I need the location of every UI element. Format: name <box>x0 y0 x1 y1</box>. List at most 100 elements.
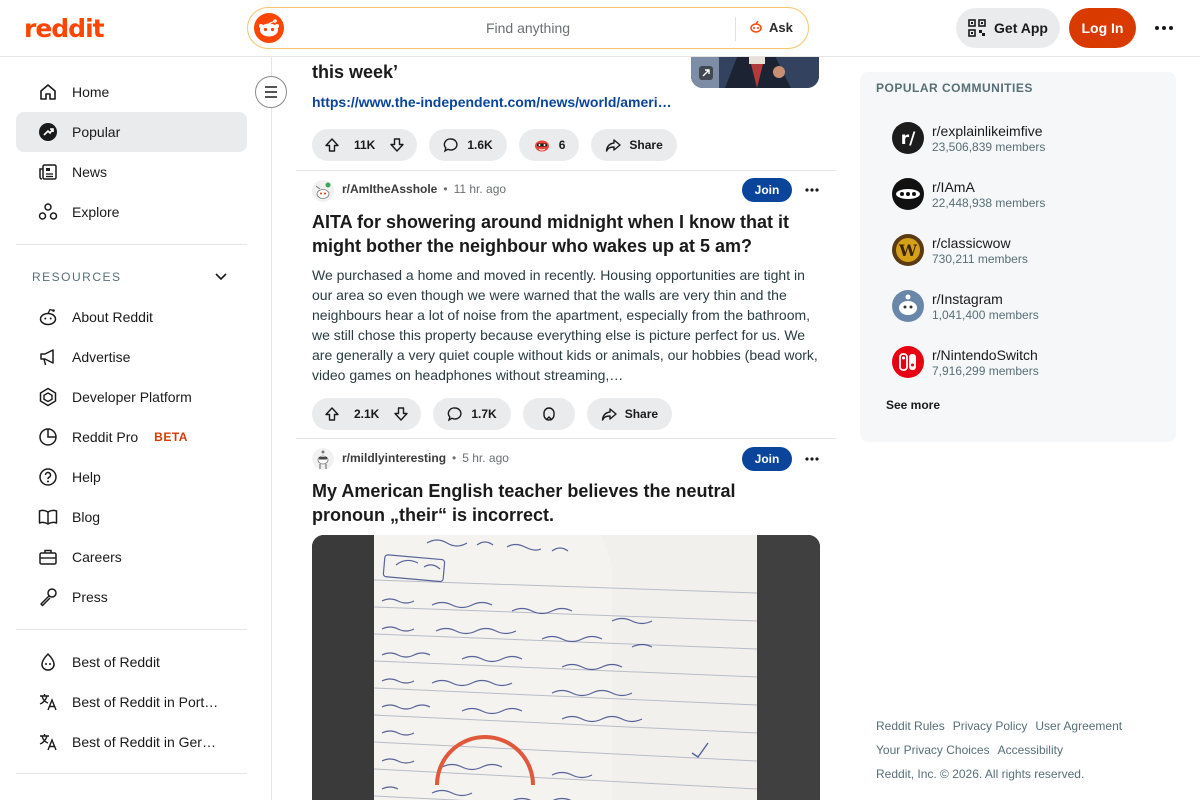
comments-button[interactable]: 1.7K <box>433 398 511 430</box>
post-more-icon[interactable] <box>802 178 822 202</box>
sidebar-item-best-portuguese[interactable]: Best of Reddit in Port… <box>16 682 247 722</box>
post-time: 5 hr. ago <box>462 451 509 465</box>
sidebar-item-best-german[interactable]: Best of Reddit in Ger… <box>16 722 247 762</box>
community-item[interactable]: r/IAmA 22,448,938 members <box>892 178 1045 210</box>
menu-icon <box>265 86 277 98</box>
community-members: 23,506,839 members <box>932 139 1046 154</box>
news-icon <box>38 162 58 182</box>
megaphone-icon <box>38 347 58 367</box>
post-meta: r/AmItheAsshole • 11 hr. ago <box>342 182 506 196</box>
sidebar-item-careers[interactable]: Careers <box>16 537 247 577</box>
community-item[interactable]: r/NintendoSwitch 7,916,299 members <box>892 346 1039 378</box>
sidebar-item-label: Reddit Pro <box>72 429 139 445</box>
community-item[interactable]: r/ r/explainlikeimfive 23,506,839 members <box>892 122 1045 154</box>
award-button[interactable]: 6 <box>518 129 580 161</box>
sidebar-divider <box>16 773 247 774</box>
sidebar-item-best-of-reddit[interactable]: Best of Reddit <box>16 642 247 682</box>
post-image[interactable] <box>312 535 820 800</box>
see-more-button[interactable]: See more <box>886 398 940 412</box>
subreddit-avatar[interactable] <box>312 448 334 470</box>
community-item[interactable]: W r/classicwow 730,211 members <box>892 234 1028 266</box>
post-thumbnail[interactable] <box>691 57 819 88</box>
sidebar-item-developer[interactable]: Developer Platform <box>16 377 247 417</box>
sidebar-item-reddit-pro[interactable]: Reddit Pro BETA <box>16 417 247 457</box>
sidebar-divider <box>16 629 247 630</box>
collapse-sidebar-button[interactable] <box>255 76 287 108</box>
community-members: 7,916,299 members <box>932 363 1039 378</box>
community-avatar <box>892 346 924 378</box>
briefcase-icon <box>38 547 58 567</box>
footer-link-accessibility[interactable]: Accessibility <box>998 743 1063 757</box>
subreddit-name[interactable]: r/mildlyinteresting <box>342 451 446 465</box>
more-options-icon[interactable] <box>1148 16 1180 40</box>
community-members: 22,448,938 members <box>932 195 1046 210</box>
post-link[interactable]: https://www.the-independent.com/news/wor… <box>312 94 672 110</box>
share-button[interactable]: Share <box>586 398 673 430</box>
post-more-icon[interactable] <box>802 447 822 471</box>
share-label: Share <box>629 138 663 152</box>
footer-link-choices[interactable]: Your Privacy Choices <box>876 743 990 757</box>
join-button[interactable]: Join <box>742 447 792 471</box>
comments-button[interactable]: 1.6K <box>429 129 507 161</box>
sidebar-item-label: Help <box>72 469 101 485</box>
nav-news[interactable]: News <box>16 152 247 192</box>
search-input[interactable]: Find anything <box>248 20 808 36</box>
ask-snoo-icon <box>750 20 762 33</box>
chevron-down-icon[interactable] <box>213 270 229 284</box>
subreddit-avatar[interactable] <box>312 180 334 202</box>
reddit-logo[interactable]: reddit <box>24 14 105 43</box>
sidebar-item-blog[interactable]: Blog <box>16 497 247 537</box>
sidebar-item-press[interactable]: Press <box>16 577 247 617</box>
post-meta: r/mildlyinteresting • 5 hr. ago <box>342 451 509 465</box>
footer-link-privacy[interactable]: Privacy Policy <box>953 719 1028 733</box>
sidebar-item-label: Blog <box>72 509 101 525</box>
footer-link-rules[interactable]: Reddit Rules <box>876 719 945 733</box>
popular-communities-title: POPULAR COMMUNITIES <box>876 81 1033 95</box>
subreddit-name[interactable]: r/AmItheAsshole <box>342 182 437 196</box>
ask-button[interactable]: Ask <box>748 19 793 35</box>
resources-header[interactable]: RESOURCES <box>32 270 232 284</box>
vote-count: 2.1K <box>354 407 380 421</box>
explore-icon <box>38 202 58 222</box>
nav-home-label: Home <box>72 84 110 100</box>
login-button[interactable]: Log In <box>1069 8 1136 48</box>
nav-home[interactable]: Home <box>16 72 247 112</box>
meta-dot: • <box>443 182 448 196</box>
sidebar-item-advertise[interactable]: Advertise <box>16 337 247 377</box>
sidebar-item-label: Advertise <box>72 349 131 365</box>
sidebar-item-label: Careers <box>72 549 122 565</box>
comment-count: 1.6K <box>467 138 493 152</box>
developer-icon <box>38 387 58 407</box>
sidebar-item-label: About Reddit <box>72 309 153 325</box>
share-icon <box>601 408 617 421</box>
community-members: 730,211 members <box>932 251 1028 266</box>
sidebar-item-label: Best of Reddit <box>72 654 160 670</box>
award-icon <box>534 140 549 152</box>
share-label: Share <box>624 407 659 421</box>
qr-code-icon <box>968 19 986 37</box>
sidebar-item-label: Press <box>72 589 108 605</box>
post-title[interactable]: AITA for showering around midnight when … <box>312 210 812 258</box>
share-button[interactable]: Share <box>591 129 677 161</box>
community-name: r/IAmA <box>932 178 975 195</box>
comment-icon <box>444 138 458 153</box>
post-title[interactable]: this week’ <box>312 60 398 84</box>
left-sidebar: Home Popular News Explore RESOURCES Abou… <box>0 57 272 800</box>
get-app-button[interactable]: Get App <box>956 8 1060 48</box>
community-item[interactable]: r/Instagram 1,041,400 members <box>892 290 1039 322</box>
nav-popular[interactable]: Popular <box>16 112 247 152</box>
post-feed: this week’ https://www.the-independent.c… <box>296 57 836 800</box>
sidebar-item-help[interactable]: Help <box>16 457 247 497</box>
help-icon <box>38 467 58 487</box>
footer-link-agreement[interactable]: User Agreement <box>1035 719 1122 733</box>
post-title[interactable]: My American English teacher believes the… <box>312 479 812 527</box>
join-button[interactable]: Join <box>742 178 792 202</box>
nav-explore[interactable]: Explore <box>16 192 247 232</box>
post-separator <box>296 170 836 171</box>
sidebar-item-about[interactable]: About Reddit <box>16 297 247 337</box>
search-bar[interactable]: Find anything Ask <box>247 7 809 49</box>
post-body[interactable]: We purchased a home and moved in recentl… <box>312 265 820 385</box>
community-avatar: r/ <box>892 122 924 154</box>
award-button[interactable] <box>522 398 575 430</box>
community-name: r/Instagram <box>932 290 1003 307</box>
